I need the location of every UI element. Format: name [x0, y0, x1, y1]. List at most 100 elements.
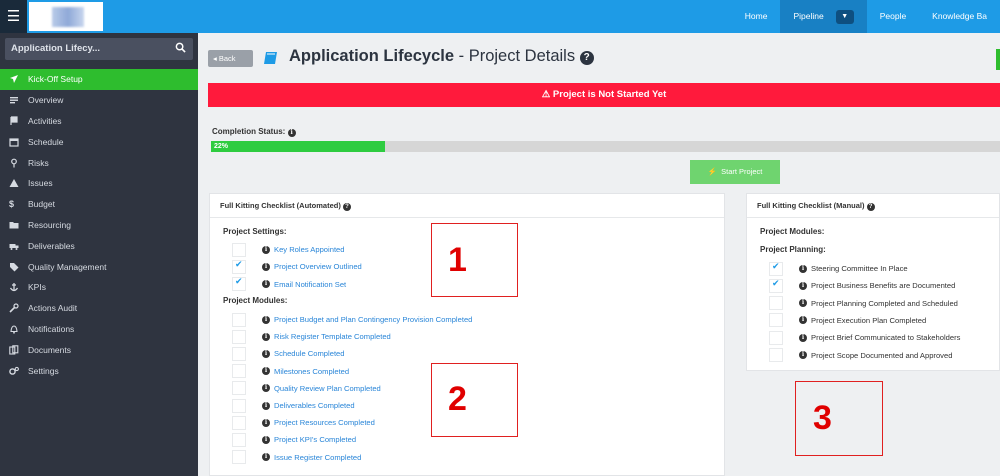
project-search-value: Application Lifecy... — [11, 43, 101, 54]
sidebar-item-activities[interactable]: Activities — [0, 111, 198, 132]
sidebar-item-documents[interactable]: Documents — [0, 339, 198, 360]
sidebar-item-notifications[interactable]: Notifications — [0, 319, 198, 340]
calendar-icon — [9, 138, 19, 147]
back-button[interactable]: ◂ Back — [208, 50, 253, 67]
sidebar-item-actions-audit[interactable]: Actions Audit — [0, 298, 198, 319]
checklist-item-label: Project Execution Plan Completed — [811, 315, 927, 325]
start-project-button[interactable]: ⚡ Start Project — [690, 160, 780, 184]
chevron-down-icon[interactable]: ▼ — [835, 9, 854, 24]
nav-pipeline[interactable]: Pipeline ▼ — [780, 0, 867, 33]
checklist-checkbox[interactable] — [769, 261, 783, 276]
sidebar-item-budget[interactable]: $ Budget — [0, 194, 198, 215]
checklist-item-label[interactable]: Quality Review Plan Completed — [274, 384, 381, 393]
search-icon[interactable] — [175, 42, 186, 53]
info-icon[interactable]: i — [262, 367, 270, 376]
sidebar-menu: Kick-Off Setup Overview Activities Sched… — [0, 69, 198, 381]
truck-icon — [9, 243, 19, 250]
checklist-item-label[interactable]: Project KPI's Completed — [274, 435, 356, 444]
checklist-checkbox[interactable] — [232, 415, 246, 430]
sidebar-item-schedule[interactable]: Schedule — [0, 131, 198, 152]
sidebar-item-settings[interactable]: Settings — [0, 360, 198, 381]
info-icon[interactable]: i — [262, 280, 270, 289]
info-icon[interactable]: i — [799, 264, 807, 273]
checklist-checkbox[interactable] — [232, 346, 246, 361]
sidebar-item-issues[interactable]: Issues — [0, 173, 198, 194]
docs-icon — [9, 345, 19, 355]
project-planning-heading: Project Planning: — [760, 245, 826, 254]
info-icon[interactable]: i — [262, 435, 270, 444]
info-icon[interactable]: i — [262, 418, 270, 427]
info-icon[interactable]: i — [262, 332, 270, 341]
help-icon[interactable]: ? — [342, 203, 351, 211]
sidebar-item-resourcing[interactable]: Resourcing — [0, 215, 198, 236]
info-icon[interactable]: i — [262, 315, 270, 324]
sidebar-item-risks[interactable]: Risks — [0, 152, 198, 173]
manual-checklist-header: Full Kitting Checklist (Manual) ? — [747, 194, 999, 218]
sidebar-item-overview[interactable]: Overview — [0, 90, 198, 111]
sidebar-item-label: Kick-Off Setup — [28, 74, 83, 85]
checklist-checkbox[interactable] — [232, 398, 246, 413]
info-icon[interactable]: i — [287, 129, 296, 137]
checklist-checkbox[interactable] — [232, 381, 246, 396]
completion-status-label: Completion Status: i — [212, 127, 296, 137]
nav-home[interactable]: Home — [732, 0, 781, 33]
question-circle-icon[interactable]: ? — [579, 51, 594, 65]
header-action-button-edge[interactable] — [996, 49, 1000, 70]
info-icon[interactable]: i — [262, 262, 270, 271]
info-icon[interactable]: i — [262, 401, 270, 410]
checklist-item-label[interactable]: Risk Register Template Completed — [274, 332, 391, 341]
sidebar-item-kpis[interactable]: KPIs — [0, 277, 198, 298]
checklist-item-label[interactable]: Milestones Completed — [274, 367, 349, 376]
checklist-item-label[interactable]: Issue Register Completed — [274, 453, 361, 462]
hamburger-menu-icon[interactable]: ☰ — [0, 0, 27, 33]
sidebar-item-deliverables[interactable]: Deliverables — [0, 235, 198, 256]
info-icon[interactable]: i — [262, 453, 270, 462]
checklist-checkbox[interactable] — [769, 330, 783, 345]
checklist-item-label[interactable]: Deliverables Completed — [274, 401, 355, 410]
completion-status-text: Completion Status: — [212, 127, 286, 136]
checklist-checkbox[interactable] — [769, 278, 783, 293]
checklist-checkbox[interactable] — [232, 432, 246, 447]
annotation-number-1: 1 — [448, 241, 467, 279]
info-icon[interactable]: i — [262, 245, 270, 254]
checklist-checkbox[interactable] — [232, 259, 246, 274]
info-icon[interactable]: i — [799, 299, 807, 308]
nav-people[interactable]: People — [867, 0, 919, 33]
checklist-checkbox[interactable] — [232, 450, 246, 465]
nav-knowledge-base[interactable]: Knowledge Ba — [919, 0, 1000, 33]
sidebar: Application Lifecy... Kick-Off Setup Ove… — [0, 33, 198, 476]
automated-checklist-header: Full Kitting Checklist (Automated) ? — [210, 194, 724, 218]
checklist-checkbox[interactable] — [232, 242, 246, 257]
checklist-item-label[interactable]: Project Budget and Plan Contingency Prov… — [274, 315, 472, 324]
sidebar-item-quality-management[interactable]: Quality Management — [0, 256, 198, 277]
checklist-checkbox[interactable] — [769, 313, 783, 328]
checklist-checkbox[interactable] — [232, 312, 246, 327]
checklist-item-label[interactable]: Project Resources Completed — [274, 418, 375, 427]
checklist-item-label[interactable]: Project Overview Outlined — [274, 262, 362, 271]
info-icon[interactable]: i — [799, 281, 807, 290]
info-icon[interactable]: i — [262, 349, 270, 358]
sidebar-item-label: Issues — [28, 178, 53, 189]
checklist-item-label[interactable]: Schedule Completed — [274, 349, 345, 358]
checklist-checkbox[interactable] — [769, 348, 783, 362]
company-logo[interactable] — [29, 2, 103, 31]
checklist-checkbox[interactable] — [232, 364, 246, 379]
checklist-checkbox[interactable] — [232, 277, 246, 292]
checklist-checkbox[interactable] — [232, 329, 246, 344]
sidebar-item-label: Schedule — [28, 136, 64, 147]
checklist-checkbox[interactable] — [769, 296, 783, 311]
project-search-input[interactable]: Application Lifecy... — [5, 38, 193, 60]
sidebar-item-kick-off-setup[interactable]: Kick-Off Setup — [0, 69, 198, 90]
help-icon[interactable]: ? — [866, 203, 875, 211]
info-icon[interactable]: i — [799, 333, 807, 342]
checklist-item: i Project Planning Completed and Schedule… — [769, 295, 958, 312]
info-icon[interactable]: i — [799, 316, 807, 325]
sidebar-item-label: Quality Management — [28, 261, 107, 272]
sidebar-item-label: Actions Audit — [28, 303, 78, 314]
checklist-item: i Risk Register Template Completed — [232, 328, 391, 345]
info-icon[interactable]: i — [799, 351, 807, 359]
info-icon[interactable]: i — [262, 384, 270, 393]
checklist-item-label[interactable]: Email Notification Set — [274, 280, 346, 289]
annotation-number-3: 3 — [813, 399, 832, 437]
checklist-item-label[interactable]: Key Roles Appointed — [274, 245, 345, 254]
